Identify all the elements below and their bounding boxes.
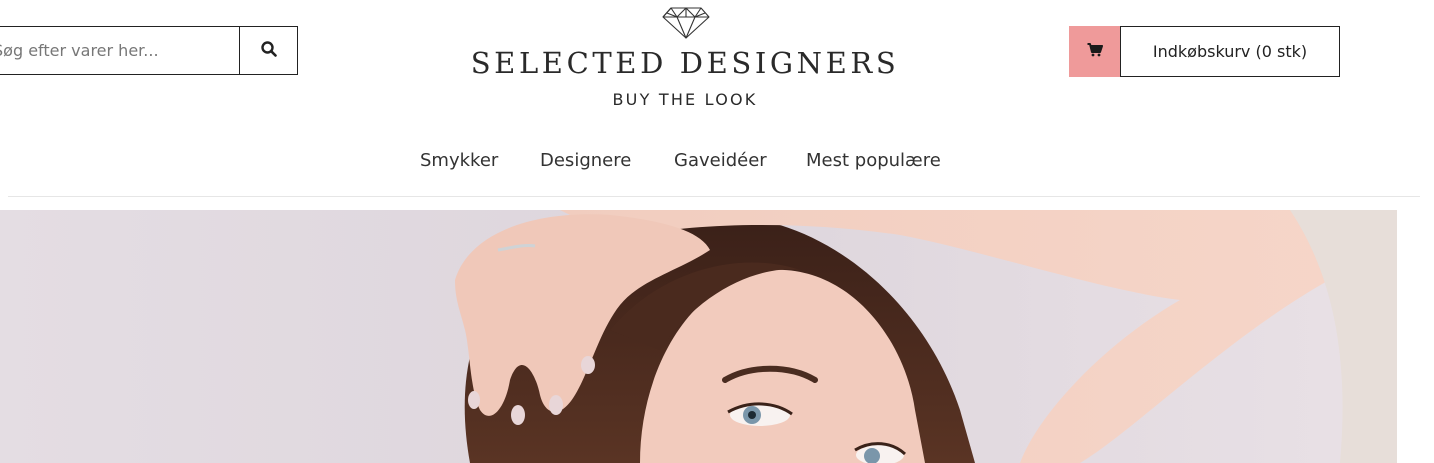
nav-item-gaveideer[interactable]: Gaveidéer bbox=[674, 150, 767, 171]
main-nav: Smykker Designere Gaveidéer Mest populær… bbox=[0, 150, 1434, 178]
cart-icon bbox=[1087, 42, 1103, 61]
search-bar bbox=[0, 26, 298, 75]
hero-image[interactable] bbox=[0, 210, 1397, 463]
diamond-icon bbox=[661, 6, 711, 44]
logo-title: SELECTED DESIGNERS bbox=[470, 46, 900, 80]
logo-tagline: BUY THE LOOK bbox=[612, 90, 758, 109]
nav-item-designere[interactable]: Designere bbox=[540, 150, 631, 171]
header-divider bbox=[8, 196, 1420, 197]
cart-icon-button[interactable] bbox=[1069, 26, 1121, 77]
cart-label: Indkøbskurv (0 stk) bbox=[1152, 42, 1308, 61]
nav-item-mest-populaere[interactable]: Mest populære bbox=[806, 150, 941, 171]
site-logo[interactable]: SELECTED DESIGNERS BUY THE LOOK bbox=[470, 4, 900, 114]
cart-button[interactable]: Indkøbskurv (0 stk) bbox=[1120, 26, 1340, 77]
nav-item-smykker[interactable]: Smykker bbox=[420, 150, 498, 171]
search-input[interactable] bbox=[0, 27, 241, 74]
search-icon bbox=[260, 40, 277, 61]
search-button[interactable] bbox=[239, 27, 297, 74]
